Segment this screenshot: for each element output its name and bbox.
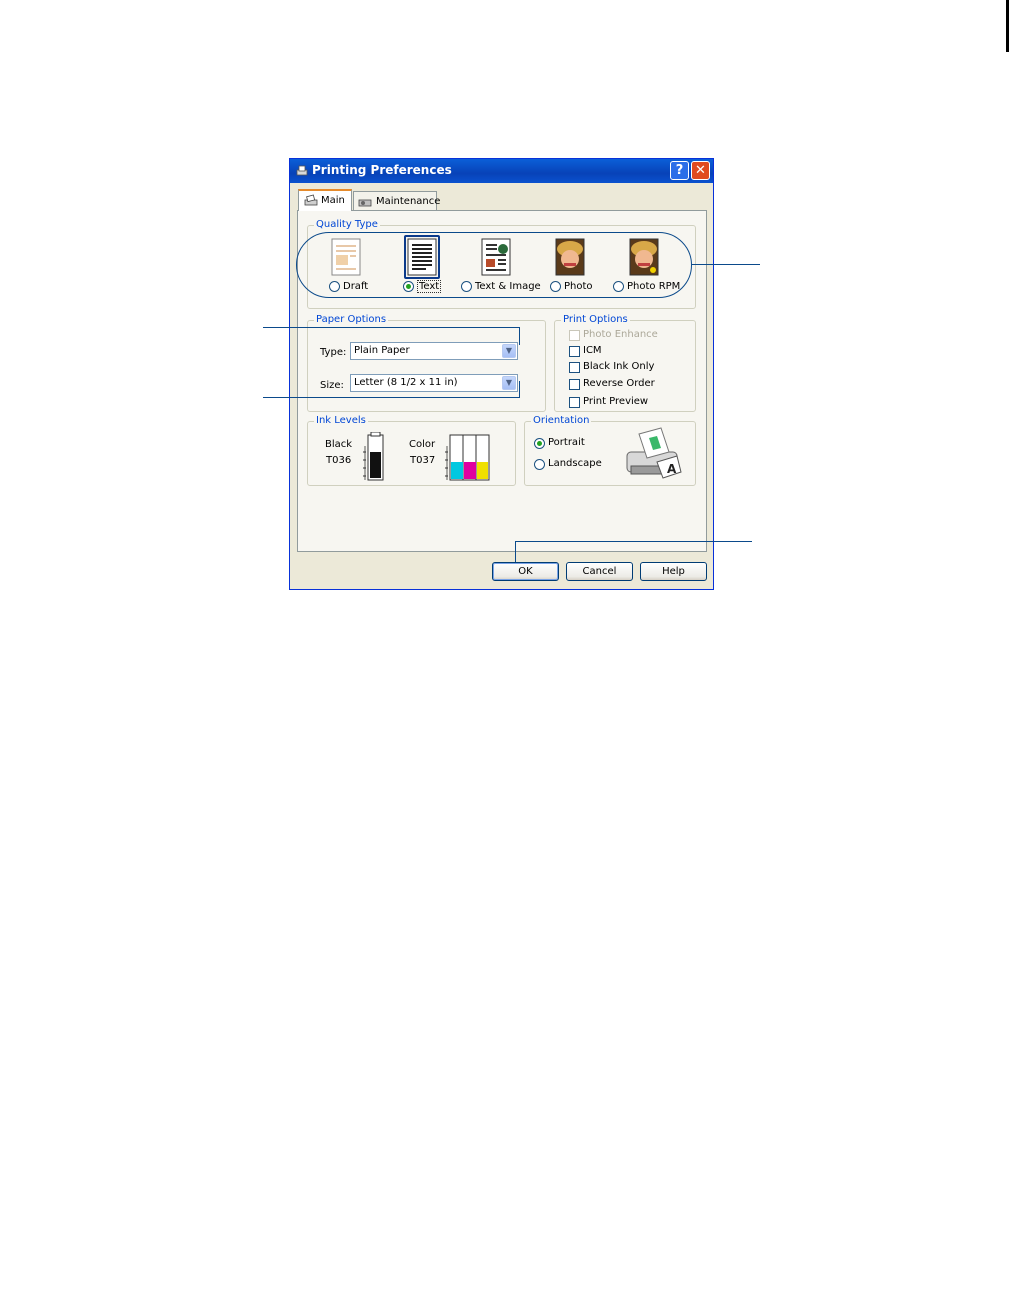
photo-enhance-checkbox <box>569 330 580 341</box>
size-callout-line <box>263 397 520 398</box>
color-ink-gauge-icon <box>445 434 490 481</box>
window-title: Printing Preferences <box>312 163 452 177</box>
ink-levels-group: Ink Levels Black T036 Color T037 <box>307 415 516 486</box>
black-ink-gauge-icon <box>363 432 384 481</box>
paper-options-group: Paper Options Type: Plain Paper ▼ Size: … <box>307 314 546 412</box>
black-ink-only-label: Black Ink Only <box>583 361 655 372</box>
tab-main-label: Main <box>321 195 345 206</box>
title-bar[interactable]: Printing Preferences ? ✕ <box>290 159 713 183</box>
reverse-order-label: Reverse Order <box>583 378 655 389</box>
icm-label: ICM <box>583 345 602 356</box>
print-options-label: Print Options <box>561 314 630 325</box>
color-ink-code: T037 <box>410 455 436 466</box>
radio-landscape[interactable] <box>534 459 545 470</box>
cancel-button[interactable]: Cancel <box>566 562 633 581</box>
maintenance-printer-icon <box>358 199 372 207</box>
reverse-order-checkbox[interactable] <box>569 379 580 390</box>
black-ink-code: T036 <box>326 455 352 466</box>
tab-main[interactable]: Main <box>298 189 352 211</box>
help-button[interactable]: Help <box>640 562 707 581</box>
size-label: Size: <box>320 380 344 391</box>
tab-maintenance[interactable]: Maintenance <box>353 191 441 211</box>
svg-text:A: A <box>667 462 677 476</box>
paper-type-select[interactable]: Plain Paper ▼ <box>350 342 518 360</box>
paper-type-value: Plain Paper <box>354 345 410 356</box>
radio-portrait[interactable] <box>534 438 545 449</box>
size-callout-drop <box>519 381 520 398</box>
tab-maintenance-label: Maintenance <box>376 196 441 207</box>
page-edge-rule <box>1006 0 1009 52</box>
orientation-label: Orientation <box>531 415 592 426</box>
printer-icon <box>296 165 308 176</box>
paper-options-label: Paper Options <box>314 314 389 325</box>
quality-type-label: Quality Type <box>314 219 380 230</box>
quality-type-callout-line <box>692 264 760 265</box>
photo-enhance-label: Photo Enhance <box>583 329 658 340</box>
paper-size-select[interactable]: Letter (8 1/2 x 11 in) ▼ <box>350 374 518 392</box>
black-ink-name: Black <box>325 439 353 450</box>
icm-checkbox[interactable] <box>569 346 580 357</box>
print-preview-label: Print Preview <box>583 396 649 407</box>
paper-size-value: Letter (8 1/2 x 11 in) <box>354 377 458 388</box>
ink-levels-label: Ink Levels <box>314 415 368 426</box>
color-ink-name: Color <box>409 439 436 450</box>
quality-type-callout-oval <box>296 232 692 298</box>
type-label: Type: <box>320 347 347 358</box>
chevron-down-icon[interactable]: ▼ <box>502 344 516 358</box>
portrait-label: Portrait <box>548 437 585 448</box>
black-ink-only-checkbox[interactable] <box>569 362 580 373</box>
type-callout-drop <box>519 327 520 345</box>
landscape-label: Landscape <box>548 458 602 469</box>
chevron-down-icon[interactable]: ▼ <box>502 376 516 390</box>
printer-icon <box>304 194 318 206</box>
orientation-group: Orientation Portrait Landscape A <box>524 415 696 486</box>
printing-preferences-dialog: Printing Preferences ? ✕ Main Maintenanc… <box>289 158 714 590</box>
print-preview-checkbox[interactable] <box>569 397 580 408</box>
type-callout-line <box>263 327 520 328</box>
print-options-group: Print Options Photo Enhance ICM Black In… <box>554 314 696 412</box>
ok-callout-drop <box>515 541 516 562</box>
ok-callout-line <box>515 541 752 542</box>
printer-portrait-icon: A <box>626 427 682 479</box>
ok-button[interactable]: OK <box>492 562 559 581</box>
close-icon-button[interactable]: ✕ <box>691 161 710 180</box>
help-icon-button[interactable]: ? <box>670 161 689 180</box>
